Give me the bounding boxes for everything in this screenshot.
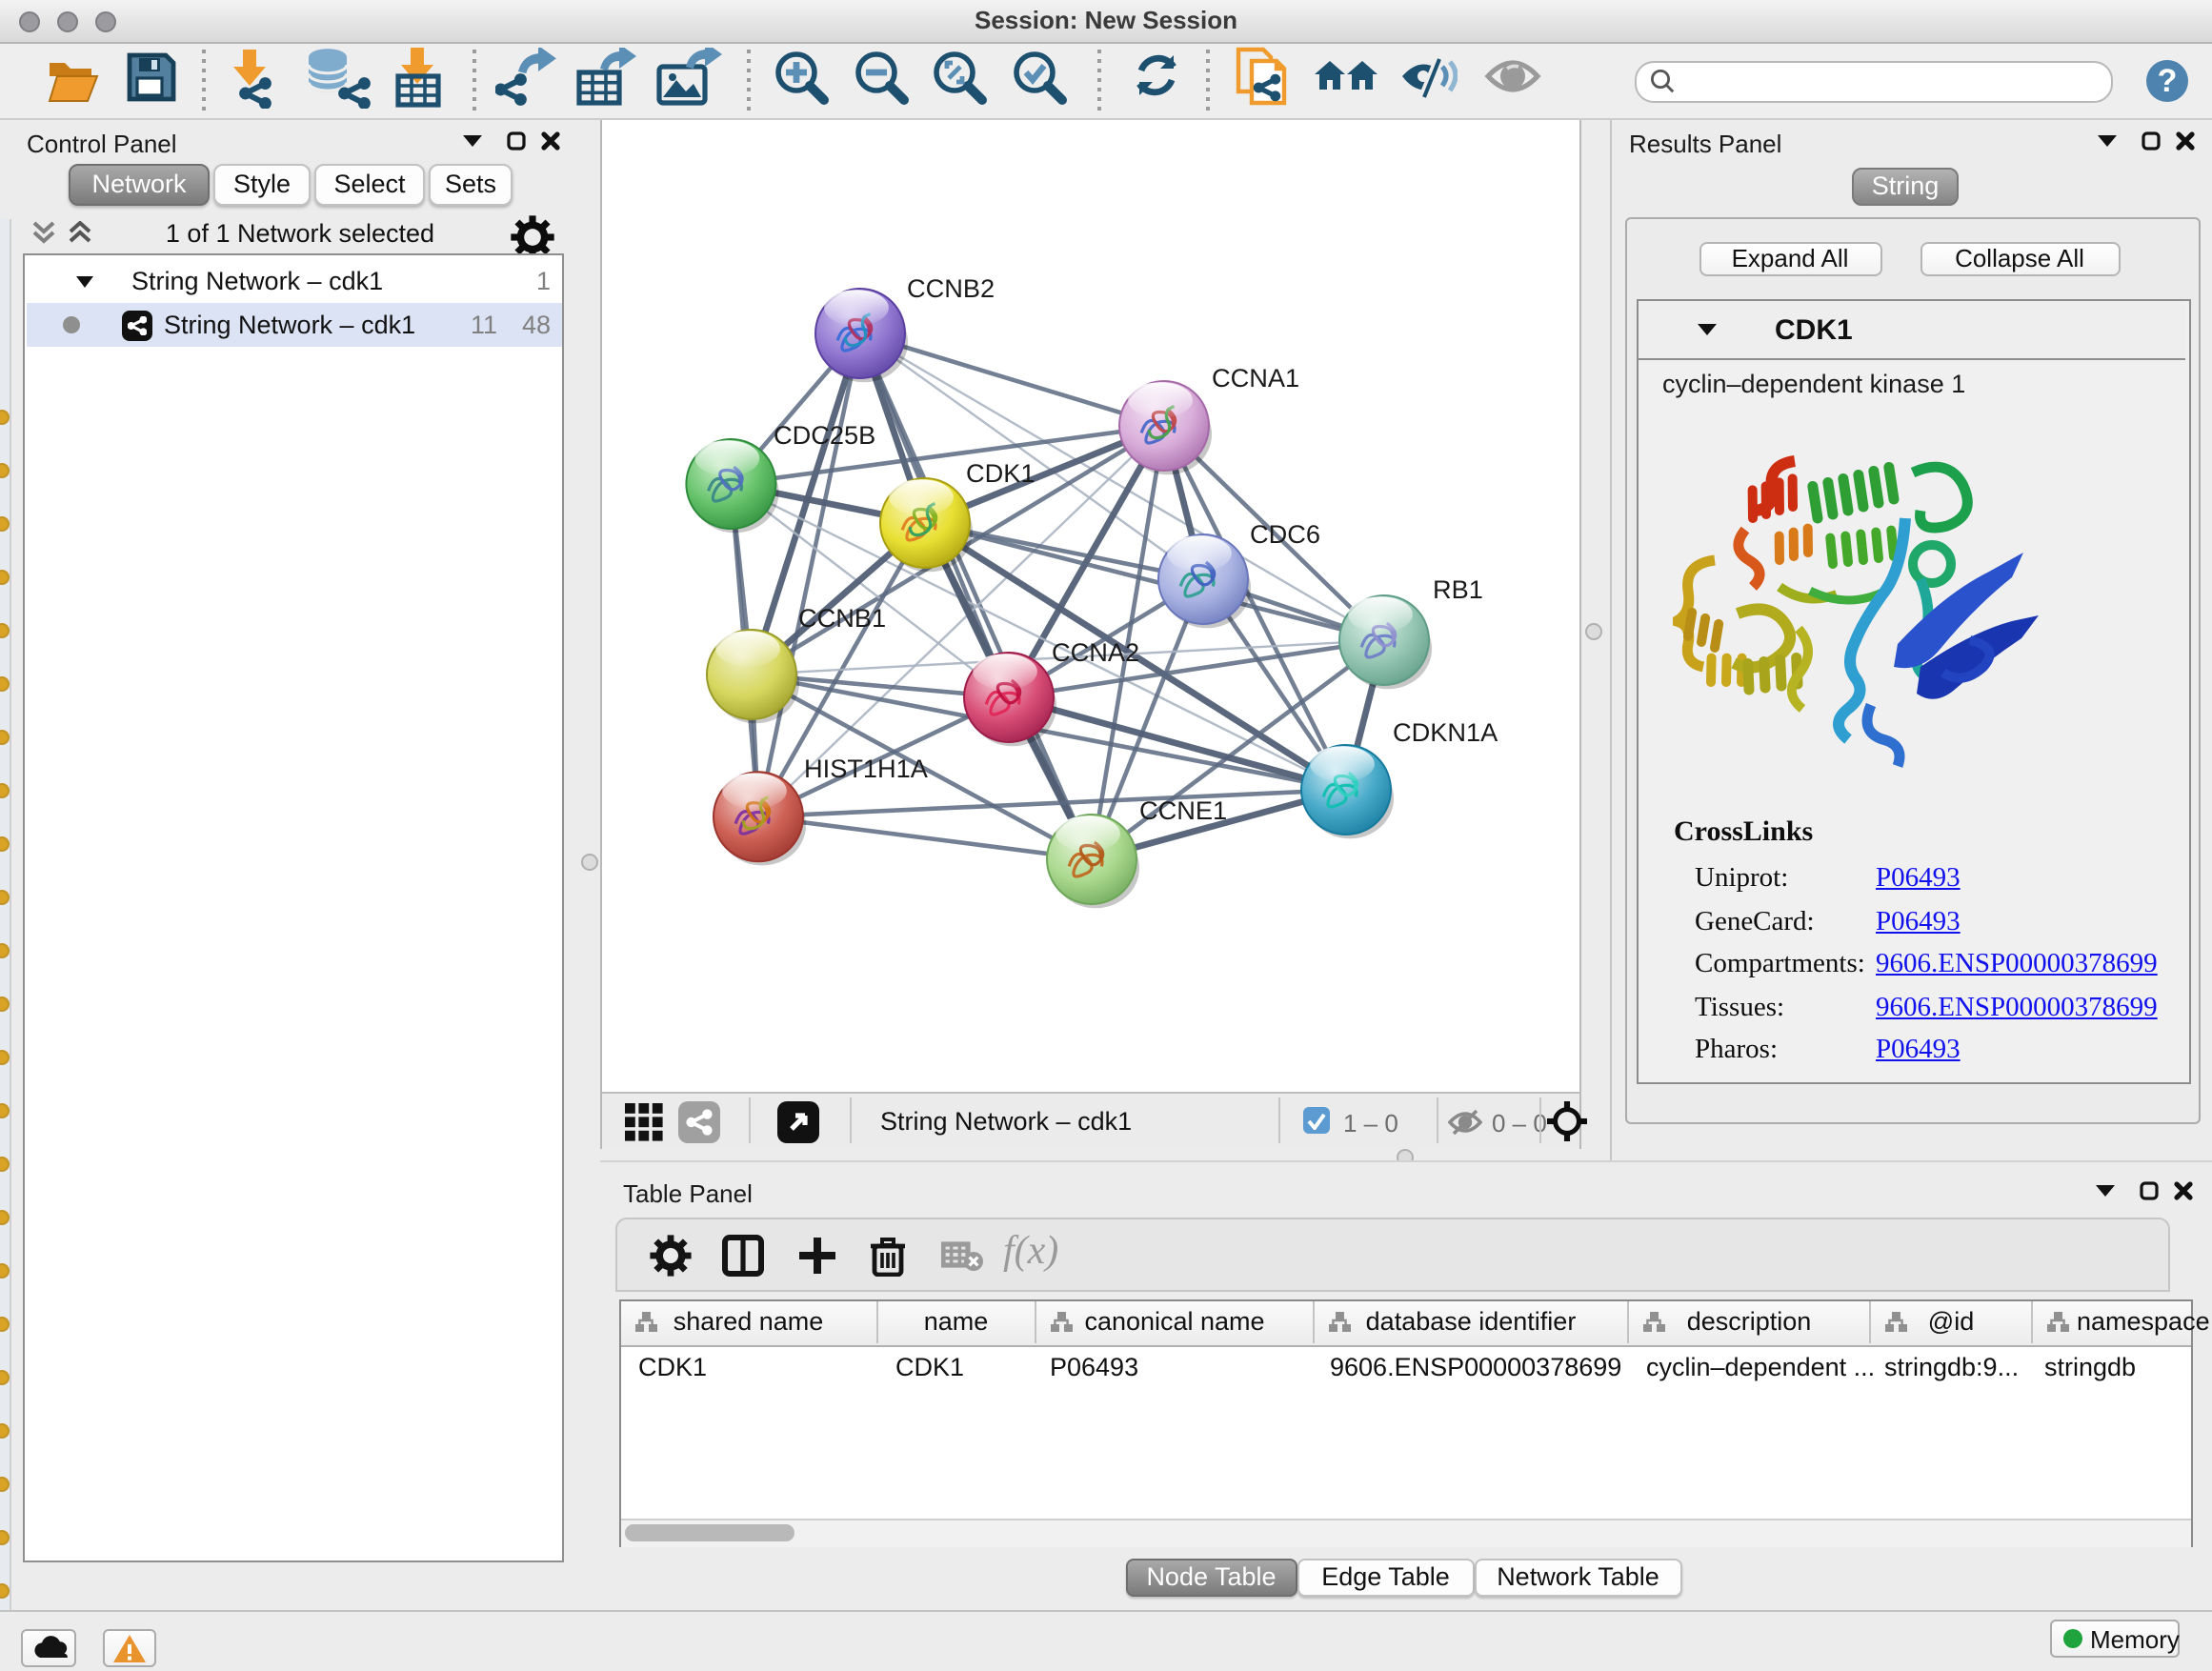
svg-text:CDKN1A: CDKN1A bbox=[1393, 717, 1498, 747]
svg-text:CDC6: CDC6 bbox=[1250, 519, 1320, 549]
svg-text:CCNE1: CCNE1 bbox=[1139, 795, 1227, 825]
svg-text:?: ? bbox=[2158, 63, 2178, 99]
svg-text:CCNB1: CCNB1 bbox=[798, 603, 886, 633]
svg-text:RB1: RB1 bbox=[1433, 574, 1483, 604]
svg-text:CDC25B: CDC25B bbox=[774, 420, 875, 450]
svg-text:HIST1H1A: HIST1H1A bbox=[804, 754, 929, 783]
svg-text:CCNA1: CCNA1 bbox=[1212, 363, 1299, 393]
svg-text:CCNB2: CCNB2 bbox=[907, 273, 995, 303]
svg-text:CDK1: CDK1 bbox=[966, 458, 1036, 488]
svg-text:CCNA2: CCNA2 bbox=[1052, 637, 1139, 667]
